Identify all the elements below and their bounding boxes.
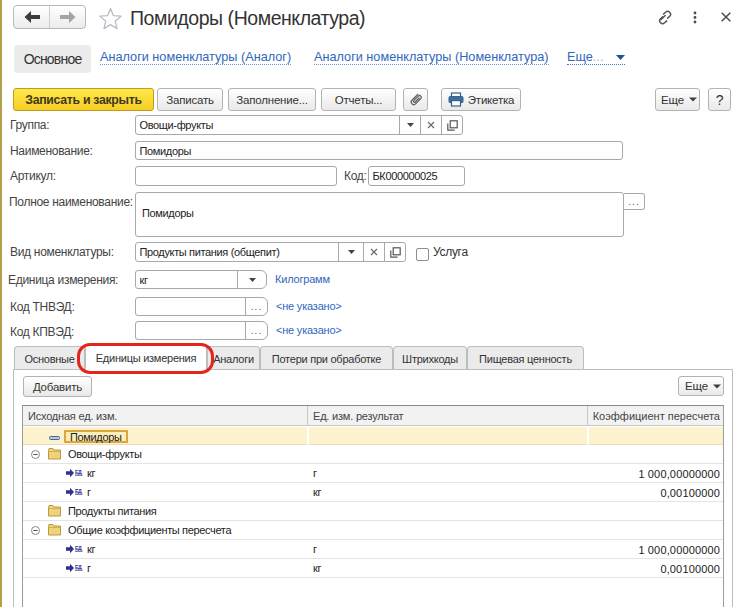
svg-text:ЕД: ЕД xyxy=(75,488,82,494)
svg-text:ЕД: ЕД xyxy=(75,545,82,551)
svg-text:ЕД: ЕД xyxy=(75,564,82,570)
svg-text:ЕД: ЕД xyxy=(75,469,82,475)
